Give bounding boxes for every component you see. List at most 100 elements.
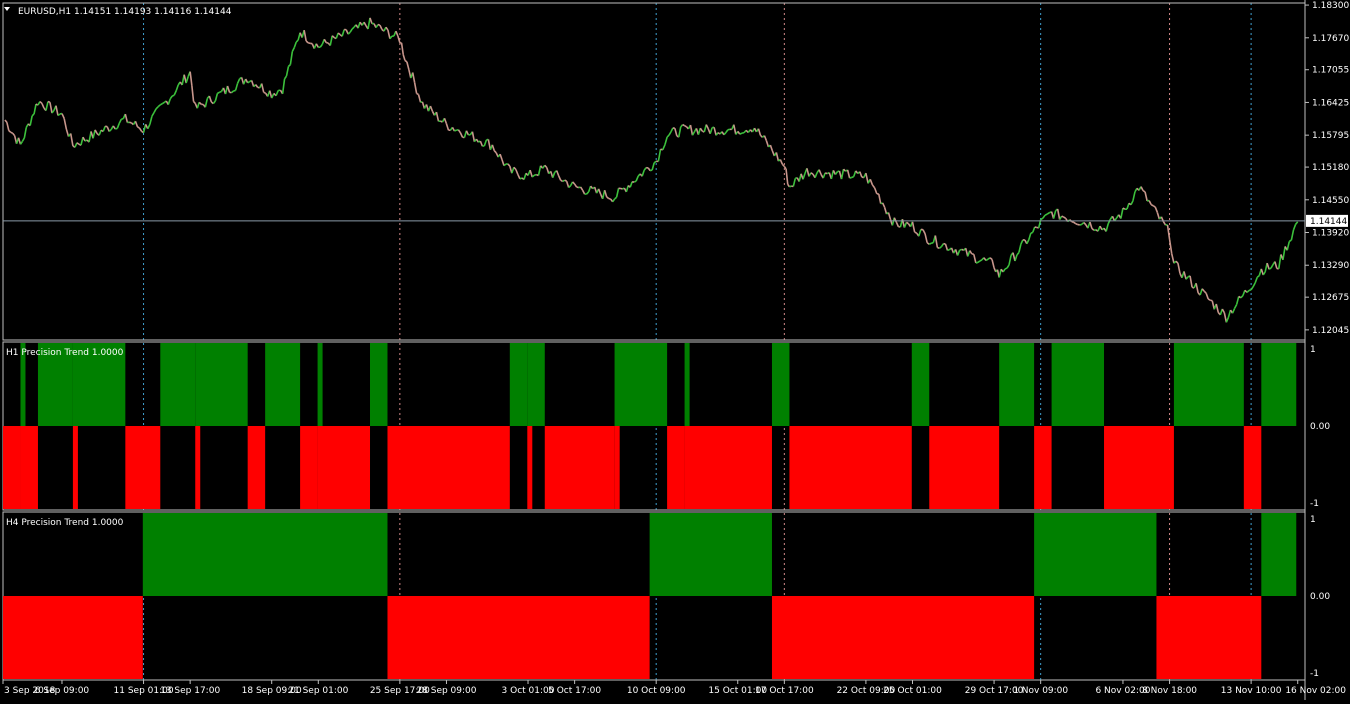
price-segment xyxy=(986,259,988,260)
price-segment xyxy=(683,125,685,126)
main-title: EURUSD,H1 1.14151 1.14193 1.14116 1.1414… xyxy=(18,7,232,17)
h1-trend-block-down xyxy=(685,426,772,509)
h4-trend-block-up xyxy=(1261,513,1296,596)
h1-trend-block-down xyxy=(125,426,160,509)
h1-trend-block-down xyxy=(195,426,200,509)
price-segment xyxy=(1072,222,1074,223)
h4-trend-block-up xyxy=(650,513,772,596)
h1-trend-block-up xyxy=(1052,343,1104,426)
price-segment xyxy=(1153,206,1155,207)
price-segment xyxy=(685,126,687,127)
h1-trend-block-up xyxy=(1174,343,1244,426)
price-segment xyxy=(980,260,982,261)
h1-trend-block-up xyxy=(1261,343,1296,426)
h1-trend-block-down xyxy=(1244,426,1261,509)
h1-trend-block-up xyxy=(685,343,690,426)
price-segment xyxy=(577,187,579,188)
price-segment xyxy=(172,95,174,96)
price-segment xyxy=(1031,232,1033,233)
price-segment xyxy=(609,199,611,200)
h1-trend-block-down xyxy=(3,426,20,509)
price-tick-label: 1.15180 xyxy=(1312,163,1349,173)
h4-trend-block-down xyxy=(3,596,143,679)
price-segment xyxy=(650,170,652,171)
price-tick-label: 1.15795 xyxy=(1312,131,1349,141)
price-segment xyxy=(852,177,854,178)
h4-indicator-title: H4 Precision Trend 1.0000 xyxy=(6,518,124,528)
price-segment xyxy=(378,25,380,26)
price-segment xyxy=(740,133,742,134)
price-segment xyxy=(621,188,623,189)
h1-trend-block-down xyxy=(300,426,317,509)
price-segment xyxy=(417,93,419,94)
h1-trend-block-up xyxy=(527,343,544,426)
h1-trend-block-up xyxy=(370,343,387,426)
price-segment xyxy=(115,128,117,129)
time-tick-label: 17 Oct 17:00 xyxy=(755,686,814,696)
h1-trend-block-down xyxy=(20,426,37,509)
price-segment xyxy=(976,262,978,263)
price-segment xyxy=(1062,216,1064,217)
price-segment xyxy=(1080,224,1082,225)
price-segment xyxy=(1123,208,1125,209)
price-segment xyxy=(1064,217,1066,218)
price-segment xyxy=(1269,268,1271,269)
bid-price-label: 1.14144 xyxy=(1310,217,1347,227)
price-segment xyxy=(162,102,164,103)
price-segment xyxy=(137,127,139,128)
price-tick-label: 1.14550 xyxy=(1312,196,1349,206)
time-tick-label: 13 Nov 10:00 xyxy=(1221,686,1282,696)
h1-trend-block-down xyxy=(1034,426,1051,509)
price-tick-label: 1.13920 xyxy=(1312,229,1349,239)
price-segment xyxy=(219,92,221,93)
time-tick-label: 8 Nov 18:00 xyxy=(1142,686,1197,696)
price-tick-label: 1.17670 xyxy=(1312,34,1349,44)
h1-trend-block-up xyxy=(510,343,527,426)
price-segment xyxy=(11,132,13,133)
time-tick-label: 28 Sep 09:00 xyxy=(416,686,476,696)
h4-trend-block-down xyxy=(1156,596,1261,679)
price-segment xyxy=(915,232,917,233)
price-segment xyxy=(1151,205,1153,206)
price-segment xyxy=(565,180,567,181)
h1-scale-bottom: -1 xyxy=(1310,499,1319,509)
h1-trend-block-down xyxy=(527,426,532,509)
h1-trend-block-down xyxy=(1104,426,1174,509)
h1-trend-block-down xyxy=(545,426,615,509)
time-tick-label: 6 Sep 09:00 xyxy=(35,686,90,696)
time-tick-label: 10 Oct 09:00 xyxy=(627,686,686,696)
h1-trend-block-up xyxy=(999,343,1034,426)
price-segment xyxy=(634,181,636,182)
chart-window[interactable]: 1.183001.176701.170551.164251.157951.151… xyxy=(0,0,1350,700)
price-segment xyxy=(217,92,219,93)
h1-trend-block-up xyxy=(318,343,323,426)
time-tick-label: 1 Nov 09:00 xyxy=(1013,686,1068,696)
h1-trend-block-up xyxy=(772,343,789,426)
h1-trend-block-up xyxy=(615,343,667,426)
price-tick-label: 1.17055 xyxy=(1312,66,1349,76)
time-tick-label: 16 Nov 02:00 xyxy=(1285,686,1346,696)
h1-trend-block-down xyxy=(929,426,999,509)
h1-scale-mid: 0.00 xyxy=(1310,422,1330,432)
h1-trend-block-down xyxy=(789,426,911,509)
h4-trend-block-down xyxy=(772,596,1034,679)
price-segment xyxy=(1005,268,1007,269)
price-tick-label: 1.12675 xyxy=(1312,293,1349,303)
h4-trend-block-up xyxy=(143,513,388,596)
h1-scale-top: 1 xyxy=(1310,345,1316,355)
price-segment xyxy=(48,102,50,103)
h1-trend-block-up xyxy=(265,343,300,426)
price-tick-label: 1.13290 xyxy=(1312,261,1349,271)
price-segment xyxy=(929,243,931,244)
price-segment xyxy=(1249,290,1251,291)
price-segment xyxy=(160,104,162,105)
price-segment xyxy=(454,130,456,131)
price-tick-label: 1.16425 xyxy=(1312,98,1349,108)
price-segment xyxy=(1143,191,1145,192)
chart-canvas[interactable]: 1.183001.176701.170551.164251.157951.151… xyxy=(0,0,1350,700)
h1-trend-block-down xyxy=(615,426,620,509)
price-segment xyxy=(121,119,123,120)
time-tick-label: 13 Sep 17:00 xyxy=(160,686,220,696)
h1-trend-block-up xyxy=(195,343,247,426)
h1-trend-block-down xyxy=(318,426,370,509)
